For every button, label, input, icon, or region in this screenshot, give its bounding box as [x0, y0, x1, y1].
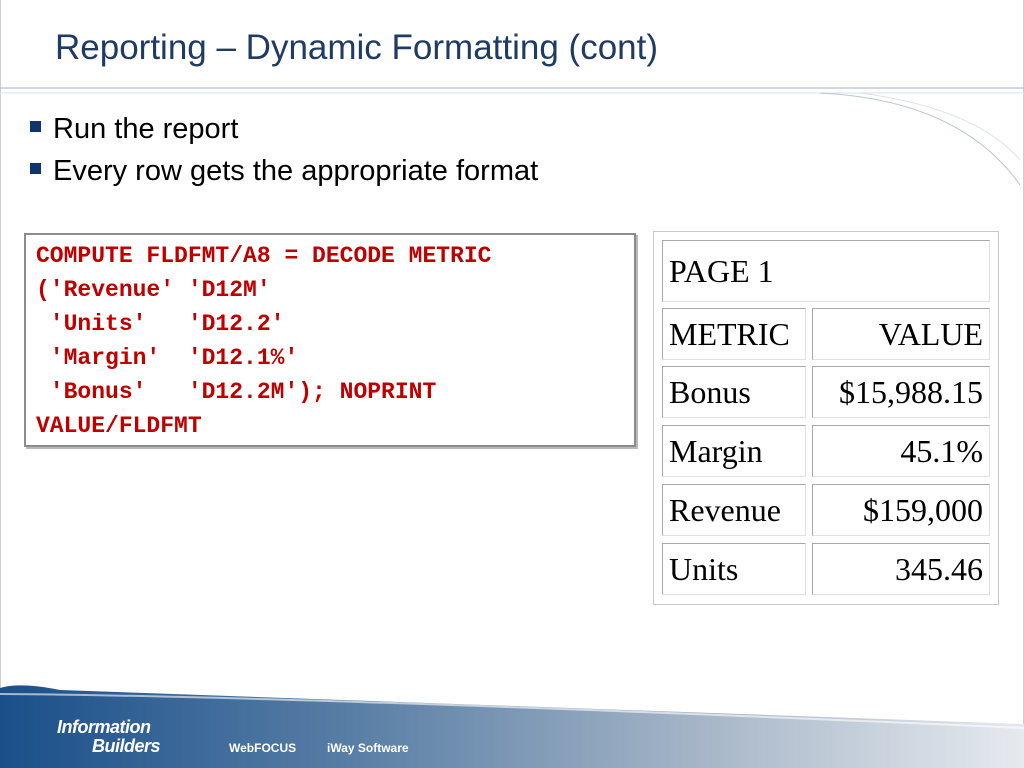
row-metric: Margin [662, 425, 806, 477]
company-logo-line1: Information [57, 717, 151, 737]
bullet-item: Run the report [30, 108, 538, 150]
code-box: COMPUTE FLDFMT/A8 = DECODE METRIC ('Reve… [24, 233, 636, 447]
page-label: PAGE 1 [662, 240, 990, 302]
bullet-item: Every row gets the appropriate format [30, 150, 538, 192]
code-line: ('Revenue' 'D12M' [36, 277, 271, 303]
header-metric: METRIC [662, 308, 806, 360]
row-metric: Units [662, 543, 806, 595]
code-line: 'Units' 'D12.2' [36, 311, 285, 337]
bullet-square-icon [30, 120, 41, 132]
footer-brand-iway: iWay Software [327, 741, 409, 755]
row-value: 345.46 [812, 543, 990, 595]
header-value: VALUE [812, 308, 990, 360]
bullet-text: Every row gets the appropriate format [53, 154, 539, 187]
code-line: 'Bonus' 'D12.2M'); NOPRINT [36, 379, 437, 405]
row-metric: Bonus [662, 366, 806, 418]
row-metric: Revenue [662, 484, 806, 536]
bullet-square-icon [30, 162, 41, 174]
company-logo-line2: Builders [92, 736, 161, 756]
bullet-text: Run the report [53, 112, 239, 145]
bullet-list: Run the report Every row gets the approp… [30, 108, 538, 192]
code-line: COMPUTE FLDFMT/A8 = DECODE METRIC [36, 243, 492, 269]
row-value: $15,988.15 [812, 366, 990, 418]
code-line: 'Margin' 'D12.1%' [36, 345, 299, 371]
report-output-table: PAGE 1 METRIC VALUE Bonus $15,988.15 Mar… [653, 231, 999, 605]
row-value: $159,000 [812, 484, 990, 536]
footer-brand-webfocus: WebFOCUS [229, 741, 297, 755]
code-line: VALUE/FLDFMT [36, 413, 202, 439]
slide-title: Reporting – Dynamic Formatting (cont) [55, 28, 658, 67]
row-value: 45.1% [812, 425, 990, 477]
